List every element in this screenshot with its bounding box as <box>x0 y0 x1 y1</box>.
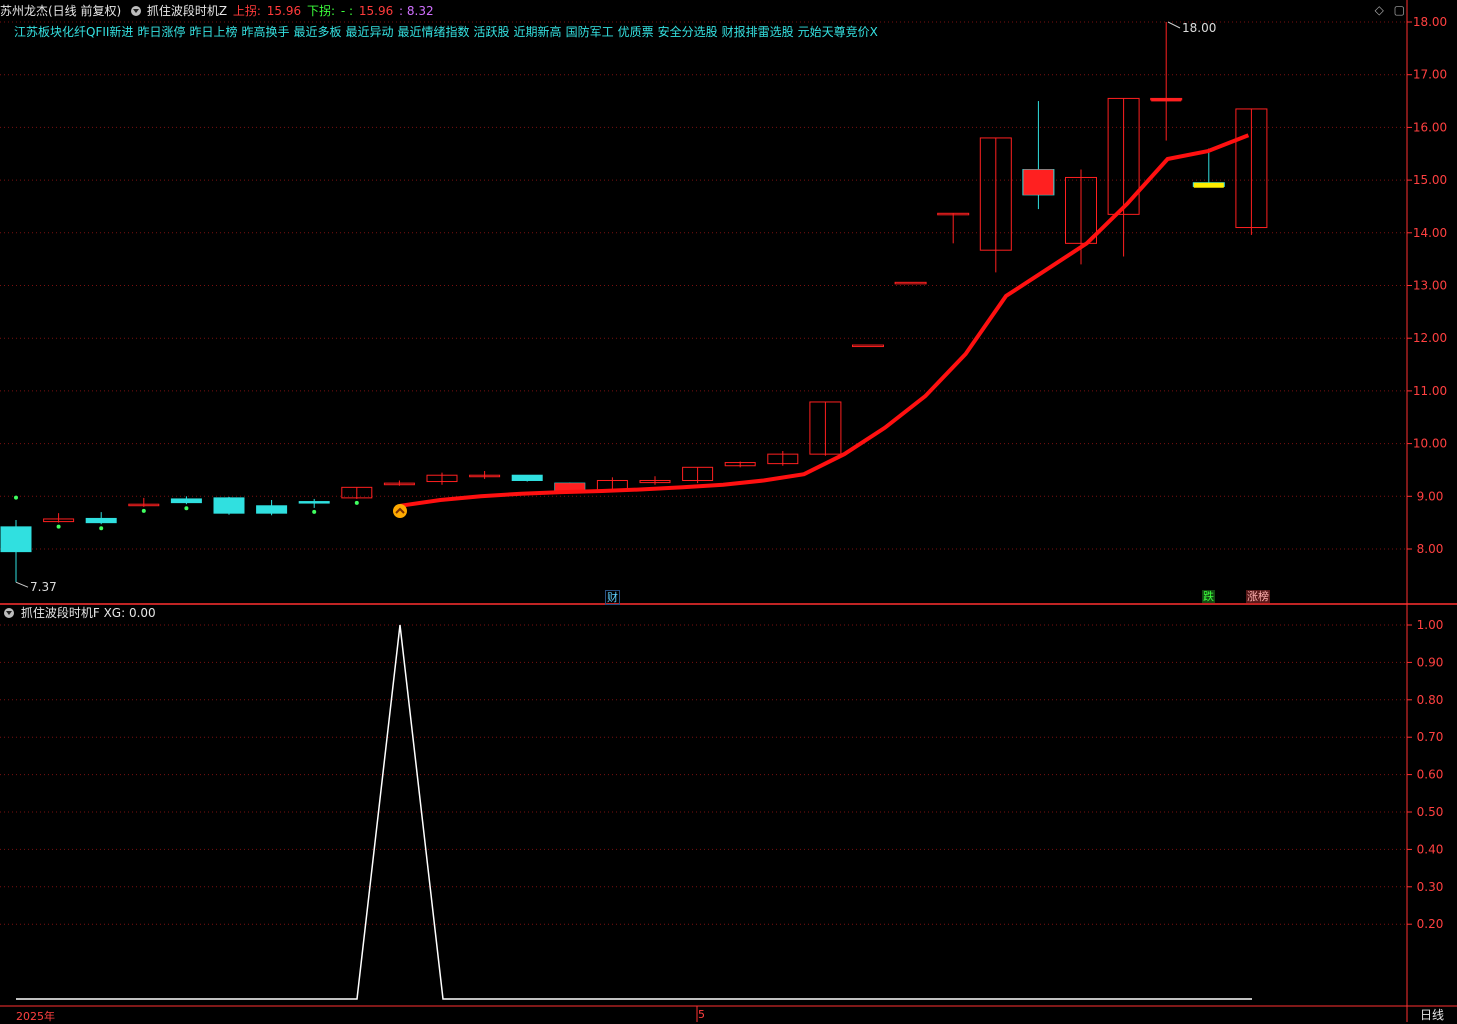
candle-body <box>894 281 927 285</box>
concept-item[interactable]: 最近情绪指数 <box>398 25 470 39</box>
price-tick-label: 10.00 <box>1413 437 1447 451</box>
price-tick-label: 9.00 <box>1417 489 1444 503</box>
lower-label: 下拐: <box>306 4 336 18</box>
price-tick-label: 15.00 <box>1413 173 1447 187</box>
concept-item[interactable]: 昨高换手 <box>241 25 289 39</box>
sub-tick-label: 0.40 <box>1417 842 1444 856</box>
sub-tick-label: 1.00 <box>1417 618 1444 632</box>
concept-item[interactable]: 近期新高 <box>514 25 562 39</box>
signal-dot <box>99 526 104 531</box>
drop-tag[interactable]: 跌 <box>1202 590 1215 603</box>
sub-tick-label: 0.20 <box>1417 917 1444 931</box>
ma-line <box>399 133 1250 508</box>
signal-dot <box>184 506 189 511</box>
candle-body <box>0 526 32 553</box>
candle-body <box>213 497 245 514</box>
candle-filled-body <box>554 483 585 491</box>
high-marker <box>1167 21 1181 29</box>
square-icon[interactable]: ▢ <box>1394 3 1405 17</box>
xg-value: 0.00 <box>128 606 156 620</box>
signal-dot <box>141 508 146 513</box>
signal-dot <box>56 524 61 529</box>
concept-item[interactable]: 活跃股 <box>474 25 510 39</box>
buy-signal-icon <box>393 504 407 518</box>
candle-filled-body <box>1151 98 1182 102</box>
chart-title-bar: 苏州龙杰(日线 前复权) 抓住波段时机Z 上拐: 15.96 下拐: - : 1… <box>0 0 1380 22</box>
chart-canvas[interactable]: 18.00 17.00 16.00 15.00 14.00 13.00 12.00 11.00… <box>0 0 1457 1022</box>
price-tick-label: 13.00 <box>1413 279 1447 293</box>
signal-dot <box>14 495 18 500</box>
stock-title[interactable]: 苏州龙杰(日线 前复权) <box>0 4 121 18</box>
concept-item[interactable]: 安全分选股 <box>658 25 718 39</box>
concept-item[interactable]: 最近异动 <box>346 25 394 39</box>
limit-list-tag[interactable]: 涨榜 <box>1246 590 1270 603</box>
lower-value: - : <box>340 4 354 18</box>
price-tick-label: 17.00 <box>1413 68 1447 82</box>
candle-filled-body <box>1023 169 1054 195</box>
sub-tick-label: 0.30 <box>1417 880 1444 894</box>
indicator-name[interactable]: 抓住波段时机Z <box>147 4 227 18</box>
sub-indicator-name[interactable]: 抓住波段时机F <box>21 606 100 620</box>
period-button[interactable]: 日线 <box>1420 1006 1444 1023</box>
upper-label: 上拐: <box>232 4 261 18</box>
diamond-icon[interactable]: ◇ <box>1375 3 1384 17</box>
price-tick-label: 18.00 <box>1413 15 1447 29</box>
low-label: 7.37 <box>30 580 57 594</box>
price-tick-label: 16.00 <box>1413 120 1447 134</box>
sub-tick-label: 0.60 <box>1417 768 1444 782</box>
concept-item[interactable]: 江苏板块化纤QFII新进 <box>14 25 133 39</box>
price-tick-label: 12.00 <box>1413 331 1447 345</box>
signal-dot <box>354 500 359 505</box>
candle-yellow-body <box>1193 182 1224 188</box>
concept-item[interactable]: 昨日涨停 <box>137 25 185 39</box>
sub-tick-label: 0.90 <box>1417 655 1444 669</box>
indicator-menu-icon[interactable] <box>131 6 142 16</box>
finance-tag[interactable]: 财 <box>605 590 620 605</box>
concept-item[interactable]: 财报排雷选股 <box>722 25 794 39</box>
xg-line <box>16 624 1252 1000</box>
upper-value: 15.96 <box>266 4 302 18</box>
sub-panel-title: 抓住波段时机F XG: 0.00 <box>0 605 156 621</box>
candle-body <box>256 505 288 514</box>
concept-item[interactable]: 昨日上榜 <box>189 25 237 39</box>
value-4: : 8.32 <box>399 4 434 18</box>
candle-body <box>511 474 543 481</box>
price-tick-label: 8.00 <box>1417 542 1444 556</box>
value-3: 15.96 <box>358 4 394 18</box>
candle-body <box>170 498 202 504</box>
concept-item[interactable]: 元始天尊竞价X <box>798 25 878 39</box>
candle-body <box>852 344 884 348</box>
high-label: 18.00 <box>1182 21 1216 35</box>
low-marker <box>15 581 29 588</box>
sub-indicator-menu-icon[interactable] <box>4 608 14 618</box>
concept-item[interactable]: 最近多板 <box>293 25 341 39</box>
concept-item[interactable]: 优质票 <box>618 25 654 39</box>
candle-body <box>298 501 330 504</box>
candle-body <box>85 517 117 524</box>
concept-item[interactable]: 国防军工 <box>566 25 614 39</box>
corner-icons: ◇ ▢ <box>1369 3 1405 17</box>
concept-bar: 江苏板块化纤QFII新进 昨日涨停 昨日上榜 昨高换手 最近多板 最近异动 最近情绪指数 活跃… <box>14 23 882 41</box>
price-tick-label: 14.00 <box>1413 226 1447 240</box>
price-tick-label: 11.00 <box>1413 384 1447 398</box>
sub-tick-label: 0.80 <box>1417 693 1444 707</box>
sub-tick-label: 0.50 <box>1417 805 1444 819</box>
sub-tick-label: 0.70 <box>1417 730 1444 744</box>
xg-label: XG: <box>103 606 126 620</box>
date-mid-label: 5 <box>698 1008 705 1021</box>
signal-dot <box>312 509 317 514</box>
